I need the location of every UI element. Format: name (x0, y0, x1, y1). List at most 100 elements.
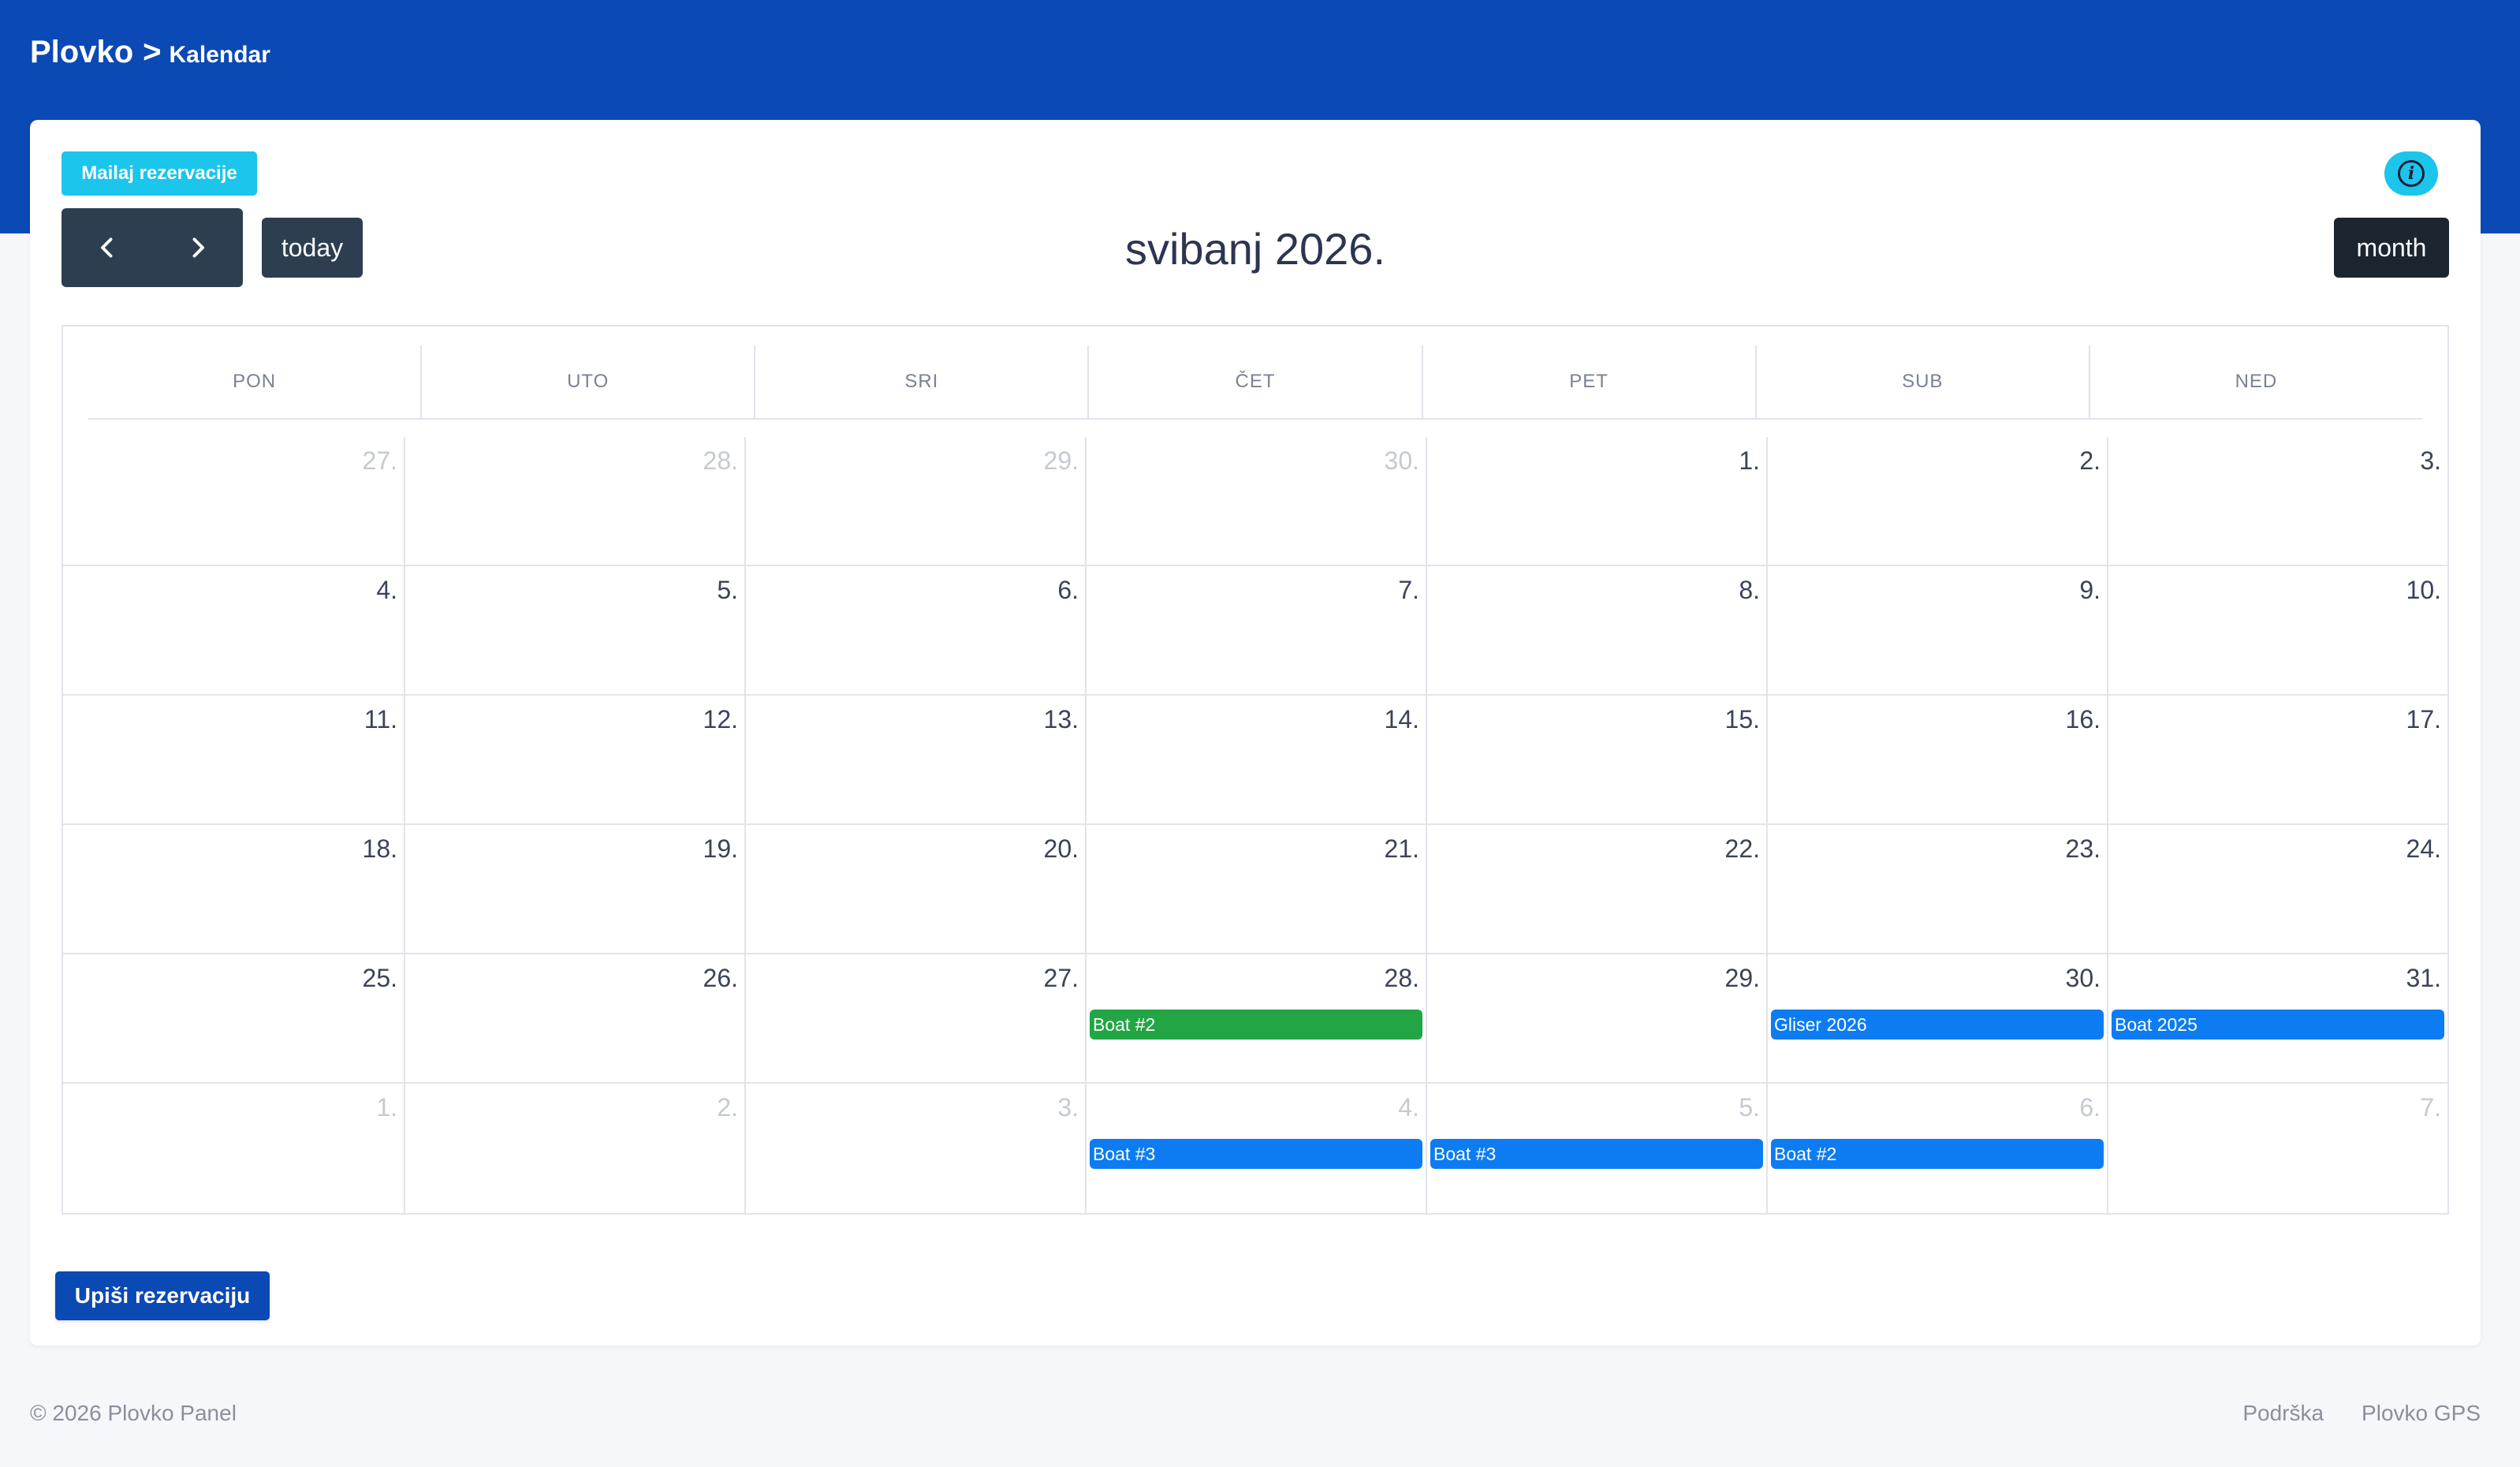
day-cell[interactable]: 2. (404, 1084, 744, 1213)
day-number[interactable]: 28. (703, 446, 738, 476)
day-cell[interactable]: 16. (1766, 696, 2107, 825)
day-number[interactable]: 5. (1739, 1093, 1760, 1122)
day-number[interactable]: 2. (717, 1093, 738, 1122)
day-number[interactable]: 30. (1385, 446, 1419, 476)
day-number[interactable]: 8. (1739, 576, 1760, 605)
day-number[interactable]: 7. (1398, 576, 1419, 605)
day-cell[interactable]: 1. (1426, 437, 1766, 566)
day-cell[interactable]: 3. (744, 1084, 1085, 1213)
footer-link-support[interactable]: Podrška (2242, 1401, 2324, 1426)
day-number[interactable]: 4. (376, 576, 397, 605)
mail-reservations-button[interactable]: Mailaj rezervacije (62, 151, 257, 196)
day-number[interactable]: 28. (1385, 964, 1419, 993)
day-cell[interactable]: 15. (1426, 696, 1766, 825)
day-cell[interactable]: 3. (2107, 437, 2447, 566)
day-cell[interactable]: 18. (63, 825, 404, 954)
day-number[interactable]: 18. (363, 834, 397, 864)
day-number[interactable]: 26. (703, 964, 738, 993)
day-cell[interactable]: 24. (2107, 825, 2447, 954)
day-cell[interactable]: 28. (404, 437, 744, 566)
day-number[interactable]: 19. (703, 834, 738, 864)
day-number[interactable]: 31. (2406, 964, 2441, 993)
day-number[interactable]: 6. (2079, 1093, 2101, 1122)
brand-link[interactable]: Plovko (30, 35, 133, 70)
day-number[interactable]: 29. (1725, 964, 1760, 993)
day-cell[interactable]: 31. Boat 2025 (2107, 954, 2447, 1084)
day-cell[interactable]: 30. (1085, 437, 1426, 566)
calendar-event[interactable]: Boat #2 (1771, 1139, 2104, 1169)
day-cell[interactable]: 5. (404, 566, 744, 696)
day-number[interactable]: 12. (703, 705, 738, 734)
day-number[interactable]: 21. (1385, 834, 1419, 864)
day-cell[interactable]: 7. (2107, 1084, 2447, 1213)
day-number[interactable]: 3. (2420, 446, 2441, 476)
calendar-event[interactable]: Gliser 2026 (1771, 1010, 2104, 1040)
day-number[interactable]: 17. (2406, 705, 2441, 734)
day-number[interactable]: 13. (1044, 705, 1079, 734)
day-cell[interactable]: 9. (1766, 566, 2107, 696)
day-number[interactable]: 5. (717, 576, 738, 605)
day-number[interactable]: 1. (1739, 446, 1760, 476)
day-cell[interactable]: 27. (63, 437, 404, 566)
day-cell[interactable]: 27. (744, 954, 1085, 1084)
calendar-grid: PON UTO SRI ČET PET SUB NED 27. 28. 29. 30. 1. 2. 3.… (62, 325, 2449, 1215)
calendar-event[interactable]: Boat #3 (1430, 1139, 1763, 1169)
add-reservation-button[interactable]: Upiši rezervaciju (55, 1271, 270, 1320)
day-number[interactable]: 6. (1057, 576, 1079, 605)
day-cell[interactable]: 23. (1766, 825, 2107, 954)
day-number[interactable]: 22. (1725, 834, 1760, 864)
day-cell[interactable]: 21. (1085, 825, 1426, 954)
day-cell[interactable]: 22. (1426, 825, 1766, 954)
calendar-event[interactable]: Boat #2 (1090, 1010, 1422, 1040)
day-number[interactable]: 23. (2066, 834, 2101, 864)
day-number[interactable]: 10. (2406, 576, 2441, 605)
day-number[interactable]: 16. (2066, 705, 2101, 734)
day-cell[interactable]: 2. (1766, 437, 2107, 566)
day-cell[interactable]: 6. (744, 566, 1085, 696)
day-cell[interactable]: 1. (63, 1084, 404, 1213)
day-number[interactable]: 25. (363, 964, 397, 993)
day-number[interactable]: 30. (2066, 964, 2101, 993)
day-number[interactable]: 4. (1398, 1093, 1419, 1122)
day-number[interactable]: 3. (1057, 1093, 1079, 1122)
month-view-button[interactable]: month (2334, 218, 2449, 278)
day-cell[interactable]: 29. (744, 437, 1085, 566)
day-cell[interactable]: 13. (744, 696, 1085, 825)
day-cell[interactable]: 25. (63, 954, 404, 1084)
day-cell[interactable]: 14. (1085, 696, 1426, 825)
day-cell[interactable]: 29. (1426, 954, 1766, 1084)
breadcrumb-current: Kalendar (169, 42, 270, 68)
day-number[interactable]: 14. (1385, 705, 1419, 734)
day-cell[interactable]: 28. Boat #2 (1085, 954, 1426, 1084)
day-number[interactable]: 2. (2079, 446, 2101, 476)
day-cell[interactable]: 12. (404, 696, 744, 825)
breadcrumb: Plovko > Kalendar (30, 35, 270, 70)
day-cell[interactable]: 8. (1426, 566, 1766, 696)
day-cell[interactable]: 20. (744, 825, 1085, 954)
day-number[interactable]: 15. (1725, 705, 1760, 734)
calendar-event[interactable]: Boat 2025 (2112, 1010, 2444, 1040)
info-button[interactable]: i (2384, 151, 2438, 196)
day-cell[interactable]: 4. Boat #3 (1085, 1084, 1426, 1213)
day-cell[interactable]: 30. Gliser 2026 (1766, 954, 2107, 1084)
day-number[interactable]: 7. (2420, 1093, 2441, 1122)
day-cell[interactable]: 17. (2107, 696, 2447, 825)
day-number[interactable]: 11. (364, 705, 397, 734)
footer-link-gps[interactable]: Plovko GPS (2362, 1401, 2481, 1426)
day-cell[interactable]: 4. (63, 566, 404, 696)
calendar-event[interactable]: Boat #3 (1090, 1139, 1422, 1169)
day-number[interactable]: 29. (1044, 446, 1079, 476)
day-cell[interactable]: 10. (2107, 566, 2447, 696)
day-number[interactable]: 27. (363, 446, 397, 476)
day-cell[interactable]: 7. (1085, 566, 1426, 696)
day-number[interactable]: 27. (1044, 964, 1079, 993)
day-cell[interactable]: 5. Boat #3 (1426, 1084, 1766, 1213)
day-cell[interactable]: 6. Boat #2 (1766, 1084, 2107, 1213)
day-cell[interactable]: 26. (404, 954, 744, 1084)
day-cell[interactable]: 11. (63, 696, 404, 825)
day-cell[interactable]: 19. (404, 825, 744, 954)
day-number[interactable]: 24. (2406, 834, 2441, 864)
day-number[interactable]: 1. (376, 1093, 397, 1122)
day-number[interactable]: 20. (1044, 834, 1079, 864)
day-number[interactable]: 9. (2079, 576, 2101, 605)
